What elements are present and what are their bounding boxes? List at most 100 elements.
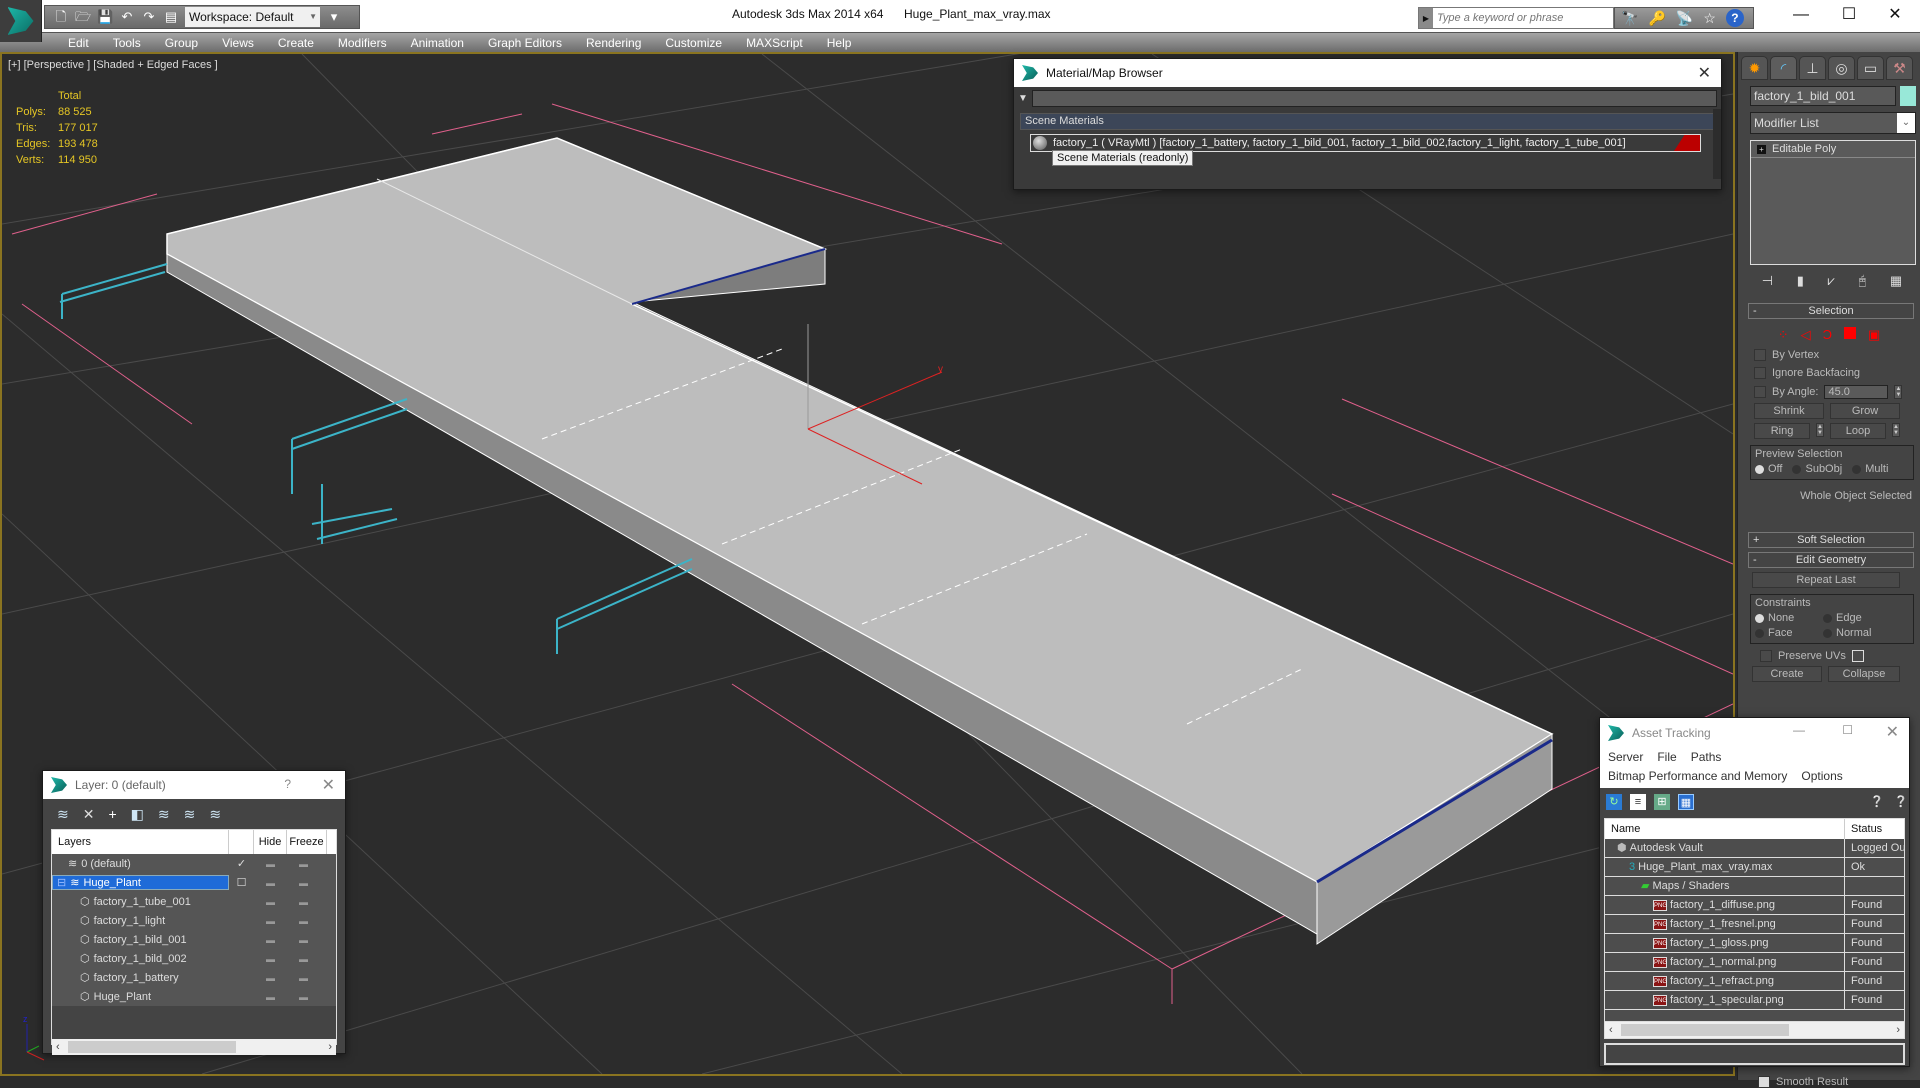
search-by-name-input[interactable] (1031, 89, 1717, 107)
edge-mode-icon[interactable]: ◁ (1801, 327, 1811, 343)
layer-row[interactable]: ⬡ factory_1_bild_002 ▬ ▬ (52, 949, 336, 968)
remove-modifier-icon[interactable]: 🖰 (1858, 273, 1866, 289)
rollout-selection[interactable]: - Selection (1748, 303, 1914, 319)
menu-maxscript[interactable]: MAXScript (734, 33, 815, 52)
current-layer-toggle[interactable]: ✓ (229, 857, 254, 870)
tab-modify[interactable]: ◜ (1770, 56, 1797, 80)
material-browser-titlebar[interactable]: Material/Map Browser ✕ (1014, 59, 1721, 87)
layer-row[interactable]: ⬡ factory_1_light ▬ ▬ (52, 911, 336, 930)
layer-name-cell[interactable]: ⊟ ≋ Huge_Plant (52, 875, 229, 890)
freeze-toggle[interactable]: ▬ (287, 859, 320, 869)
menu-file[interactable]: File (1657, 750, 1676, 764)
spinner-arrows[interactable]: ▲ ▼ (1894, 385, 1903, 399)
border-mode-icon[interactable]: Ɔ (1823, 327, 1832, 343)
create-layer-icon[interactable]: ≋ (57, 806, 69, 823)
asset-name-cell[interactable]: PNG factory_1_diffuse.png (1605, 896, 1845, 914)
layer-dialog-titlebar[interactable]: Layer: 0 (default) ? ✕ (43, 771, 345, 799)
constraint-none-radio[interactable]: None (1755, 612, 1813, 624)
tree-view-icon[interactable]: ⊞ (1654, 794, 1670, 810)
menu-customize[interactable]: Customize (653, 33, 734, 52)
layer-name-cell[interactable]: ≋ 0 (default) (52, 857, 229, 871)
horizontal-scrollbar[interactable]: ‹ › (1605, 1022, 1904, 1038)
filter-options-icon[interactable]: ▼ (1018, 92, 1028, 104)
menu-animation[interactable]: Animation (399, 33, 476, 52)
help-globe-icon[interactable]: ❔ (1869, 794, 1885, 810)
column-name[interactable]: Name (1605, 819, 1845, 839)
minimize-button[interactable]: — (1793, 723, 1805, 737)
tab-motion[interactable]: ◎ (1828, 56, 1855, 80)
ring-spinner[interactable]: ▲ ▼ (1816, 423, 1824, 437)
freeze-toggle[interactable]: ▬ (287, 992, 320, 1002)
shrink-button[interactable]: Shrink (1754, 403, 1824, 419)
current-layer-toggle[interactable]: ☐ (229, 876, 254, 889)
angle-spinner-field[interactable]: 45.0 (1824, 385, 1889, 399)
hide-toggle[interactable]: ▬ (254, 878, 287, 888)
menu-group[interactable]: Group (153, 33, 210, 52)
layer-name-cell[interactable]: ⬡ factory_1_bild_002 (52, 952, 229, 966)
expand-arrow-icon[interactable]: ▶ (1419, 8, 1433, 28)
asset-tracking-titlebar[interactable]: Asset Tracking — ☐ ✕ (1600, 718, 1909, 748)
column-status[interactable]: Status (1845, 819, 1882, 839)
project-folder-icon[interactable]: ▤ (163, 9, 179, 25)
asset-row[interactable]: PNG factory_1_gloss.png Found (1605, 934, 1904, 953)
close-icon[interactable]: ✕ (1886, 722, 1899, 742)
new-file-icon[interactable]: 🗋 (53, 9, 69, 25)
ring-button[interactable]: Ring (1754, 423, 1810, 439)
toolbar-overflow-icon[interactable]: ▾ (326, 9, 342, 25)
constraint-normal-radio[interactable]: Normal (1823, 627, 1871, 639)
menu-modifiers[interactable]: Modifiers (326, 33, 399, 52)
scene-materials-group[interactable]: Scene Materials (1020, 113, 1715, 130)
asset-name-cell[interactable]: ▰ Maps / Shaders (1605, 877, 1845, 895)
rollout-edit-geometry[interactable]: - Edit Geometry (1748, 552, 1914, 568)
delete-layer-icon[interactable]: ✕ (83, 806, 95, 823)
object-name-field[interactable]: factory_1_bild_001 (1750, 86, 1897, 106)
freeze-toggle[interactable]: ▬ (287, 935, 320, 945)
by-angle-checkbox[interactable] (1754, 386, 1766, 398)
pin-stack-icon[interactable]: ⊣ (1762, 273, 1773, 289)
element-mode-icon[interactable]: ▣ (1868, 327, 1880, 343)
freeze-toggle[interactable]: ▬ (287, 916, 320, 926)
column-hide[interactable]: Hide (254, 830, 287, 854)
asset-row[interactable]: PNG factory_1_specular.png Found (1605, 991, 1904, 1010)
scrollbar-thumb[interactable] (1621, 1024, 1789, 1036)
hide-toggle[interactable]: ▬ (254, 954, 287, 964)
make-unique-icon[interactable]: ⩗ (1828, 273, 1835, 289)
preserve-uvs-settings-button[interactable] (1851, 650, 1864, 662)
menu-bitmap-performance[interactable]: Bitmap Performance and Memory (1608, 769, 1787, 783)
help-button[interactable]: ? (284, 777, 291, 791)
hide-toggle[interactable]: ▬ (254, 859, 287, 869)
menu-help[interactable]: Help (815, 33, 864, 52)
layer-row[interactable]: ⬡ factory_1_tube_001 ▬ ▬ (52, 892, 336, 911)
layer-name-cell[interactable]: ⬡ factory_1_battery (52, 971, 229, 985)
search-input[interactable] (1433, 8, 1613, 28)
column-layers[interactable]: Layers (52, 830, 229, 854)
asset-row[interactable]: ▰ Maps / Shaders (1605, 877, 1904, 896)
binoculars-icon[interactable]: 🔭 (1621, 10, 1638, 27)
configure-sets-icon[interactable]: ▦ (1890, 273, 1902, 289)
menu-paths[interactable]: Paths (1691, 750, 1722, 764)
modifier-list-dropdown[interactable]: Modifier List ⌄ (1750, 112, 1916, 134)
layer-row[interactable]: ⬡ factory_1_battery ▬ ▬ (52, 968, 336, 987)
hide-toggle[interactable]: ▬ (254, 916, 287, 926)
help-icon[interactable]: ? (1725, 9, 1744, 27)
star-icon[interactable]: ☆ (1703, 10, 1716, 27)
list-view-icon[interactable]: ≡ (1630, 794, 1646, 810)
menu-create[interactable]: Create (266, 33, 326, 52)
polygon-mode-icon[interactable] (1844, 327, 1856, 339)
add-to-layer-icon[interactable]: + (108, 806, 116, 822)
scroll-right-icon[interactable]: › (1896, 1024, 1900, 1036)
tab-utilities[interactable]: ⚒ (1886, 56, 1913, 80)
asset-row[interactable]: 3 Huge_Plant_max_vray.max Ok (1605, 858, 1904, 877)
menu-views[interactable]: Views (210, 33, 266, 52)
hide-toggle[interactable]: ▬ (254, 992, 287, 1002)
close-button[interactable]: ✕ (1872, 0, 1918, 30)
layer-row[interactable]: ⬡ factory_1_bild_001 ▬ ▬ (52, 930, 336, 949)
asset-row[interactable]: ⬢ Autodesk Vault Logged Out (1605, 839, 1904, 858)
asset-row[interactable]: PNG factory_1_refract.png Found (1605, 972, 1904, 991)
stack-item-editable-poly[interactable]: + Editable Poly (1751, 141, 1915, 158)
maximize-button[interactable]: ☐ (1842, 723, 1853, 737)
constraint-face-radio[interactable]: Face (1755, 627, 1813, 639)
scrollbar-thumb[interactable] (68, 1041, 236, 1053)
vertical-scrollbar[interactable] (1713, 109, 1721, 179)
by-vertex-checkbox[interactable] (1754, 349, 1766, 361)
